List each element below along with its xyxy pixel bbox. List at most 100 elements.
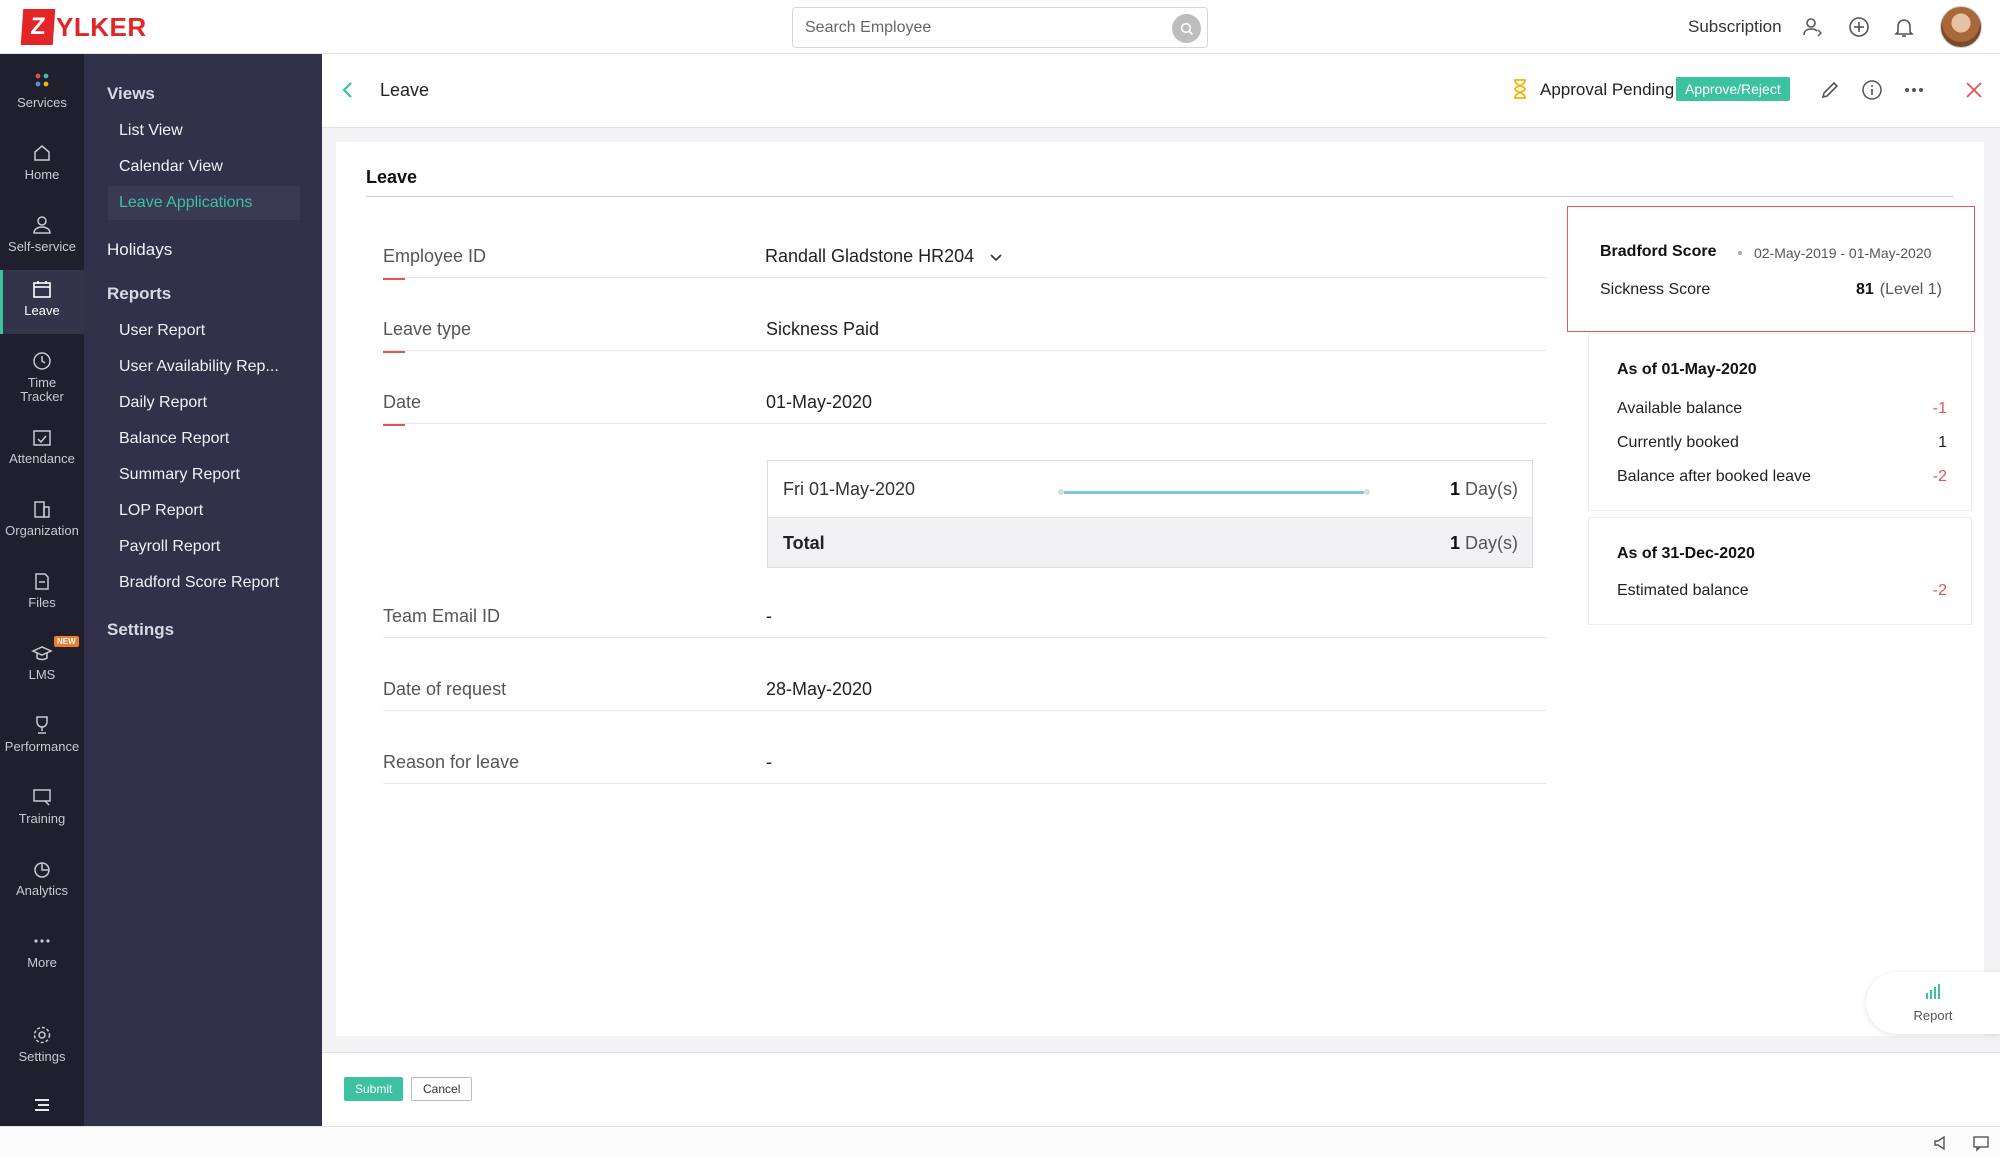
calendar-icon — [33, 281, 51, 298]
more-actions-button[interactable] — [1902, 78, 1926, 102]
subnav-item-user-report[interactable]: User Report — [119, 322, 205, 340]
cancel-button[interactable]: Cancel — [411, 1077, 473, 1101]
separator-dot — [1738, 251, 1742, 255]
rail-label: More — [27, 955, 57, 970]
close-button[interactable] — [1962, 78, 1986, 102]
rail-item-leave[interactable]: Leave — [0, 270, 84, 334]
subnav-item-calendar-view[interactable]: Calendar View — [119, 158, 223, 176]
sickness-score-level: (Level 1) — [1879, 281, 1942, 298]
rail-item-attendance[interactable]: Attendance — [0, 426, 84, 476]
date-of-request-value[interactable]: 28-May-2020 — [766, 679, 872, 700]
reason-row: Reason for leave - — [383, 742, 1547, 784]
rail-item-services[interactable]: Services — [0, 70, 84, 120]
rail-item-home[interactable]: Home — [0, 142, 84, 192]
rail-item-time-tracker[interactable]: Time Tracker — [0, 350, 84, 414]
date-of-request-row: Date of request 28-May-2020 — [383, 669, 1547, 711]
record-header: Leave Approval Pending Approve/Reject — [322, 54, 2000, 128]
subnav-item-leave-applications[interactable]: Leave Applications — [108, 186, 300, 220]
subnav-item-balance-report[interactable]: Balance Report — [119, 430, 229, 448]
date-value[interactable]: 01-May-2020 — [766, 392, 872, 413]
rail-item-more[interactable]: More — [0, 930, 84, 980]
rail-item-training[interactable]: Training — [0, 786, 84, 836]
home-icon — [34, 145, 50, 161]
bell-icon[interactable] — [1891, 14, 1917, 40]
subnav-item-list-view[interactable]: List View — [119, 122, 183, 140]
rail-item-self-service[interactable]: Self-service — [0, 214, 84, 264]
day-breakdown-table: Fri 01-May-2020 1 Day(s) Total 1 Day(s) — [767, 460, 1533, 568]
subnav-item-user-availability-report[interactable]: User Availability Rep... — [119, 358, 279, 376]
new-badge: NEW — [54, 636, 79, 647]
services-icon — [35, 73, 49, 87]
subnav-item-lop-report[interactable]: LOP Report — [119, 502, 203, 520]
info-icon — [1862, 80, 1882, 100]
chevron-left-icon — [342, 82, 352, 98]
bradford-title: Bradford Score — [1600, 243, 1717, 260]
rail-label: Self-service — [8, 239, 76, 254]
day-count-unit: Day(s) — [1465, 479, 1518, 499]
logo-mark: Z — [20, 9, 56, 45]
reason-value[interactable]: - — [766, 752, 772, 773]
subscription-link[interactable]: Subscription — [1688, 17, 1782, 37]
subnav-item-summary-report[interactable]: Summary Report — [119, 466, 240, 484]
leave-type-label: Leave type — [383, 319, 472, 353]
report-button[interactable]: Report — [1866, 972, 2000, 1034]
day-slider[interactable] — [1058, 489, 1370, 495]
team-email-value[interactable]: - — [766, 606, 772, 627]
reason-label: Reason for leave — [383, 752, 520, 772]
employee-id-label: Employee ID — [383, 246, 487, 280]
rail-label: Training — [18, 811, 66, 826]
rail-label: Home — [24, 167, 60, 182]
rail-label: Leave — [24, 303, 60, 318]
calendar-check-icon — [33, 430, 51, 446]
rail-item-files[interactable]: Files — [0, 570, 84, 620]
gear-icon — [33, 1026, 51, 1044]
collapse-menu-button[interactable] — [0, 1094, 84, 1118]
edit-button[interactable] — [1818, 78, 1842, 102]
subnav-item-holidays[interactable]: Holidays — [107, 240, 172, 260]
rail-label: Time Tracker — [20, 375, 64, 404]
sickness-score: 81 (Level 1) — [1856, 281, 1942, 299]
subnav-item-daily-report[interactable]: Daily Report — [119, 394, 207, 412]
total-label: Total — [783, 533, 825, 553]
clock-icon — [33, 352, 51, 370]
balance-value: -2 — [1932, 582, 1947, 599]
pie-chart-icon — [34, 862, 50, 878]
search-button[interactable] — [1172, 14, 1201, 43]
balance-value: -2 — [1932, 468, 1947, 485]
employee-id-select[interactable]: Randall Gladstone HR204 — [765, 246, 1003, 267]
trophy-icon — [36, 716, 48, 734]
total-count: 1 Day(s) — [1450, 533, 1518, 554]
building-icon — [34, 501, 50, 518]
sickness-score-label: Sickness Score — [1600, 281, 1711, 298]
rail-item-organization[interactable]: Organization — [0, 498, 84, 548]
user-switch-icon[interactable] — [1800, 14, 1826, 40]
subnav-item-payroll-report[interactable]: Payroll Report — [119, 538, 220, 556]
employee-id-value: Randall Gladstone HR204 — [765, 246, 975, 266]
total-row: Total 1 Day(s) — [768, 517, 1532, 567]
avatar[interactable] — [1940, 6, 1982, 48]
rail-label: Attendance — [9, 451, 75, 466]
back-button[interactable] — [336, 78, 360, 102]
search-input[interactable] — [805, 16, 1145, 40]
rail-item-lms[interactable]: NEW LMS — [0, 636, 84, 692]
add-circle-icon[interactable] — [1846, 14, 1872, 40]
info-button[interactable] — [1860, 78, 1884, 102]
chat-icon[interactable] — [1970, 1132, 1992, 1154]
balance-row: Balance after booked leave -2 — [1617, 468, 1947, 486]
announcement-icon[interactable] — [1930, 1132, 1952, 1154]
rail-item-analytics[interactable]: Analytics — [0, 858, 84, 908]
close-icon — [1966, 82, 1982, 98]
balance-card-may: As of 01-May-2020 Available balance -1 C… — [1588, 333, 1972, 511]
balance-label: Available balance — [1617, 400, 1743, 417]
submit-button[interactable]: Submit — [344, 1077, 404, 1101]
subnav-item-settings[interactable]: Settings — [107, 620, 174, 640]
rail-item-performance[interactable]: Performance — [0, 714, 84, 764]
day-count[interactable]: 1 Day(s) — [1450, 479, 1518, 500]
zylker-logo[interactable]: Z YLKER — [20, 8, 147, 46]
ellipsis-icon — [1905, 88, 1923, 92]
rail-item-settings[interactable]: Settings — [0, 1024, 84, 1074]
page-title: Leave — [380, 80, 430, 100]
approve-reject-button[interactable]: Approve/Reject — [1676, 77, 1790, 101]
leave-type-value[interactable]: Sickness Paid — [766, 319, 879, 340]
subnav-item-bradford-score-report[interactable]: Bradford Score Report — [119, 574, 279, 592]
